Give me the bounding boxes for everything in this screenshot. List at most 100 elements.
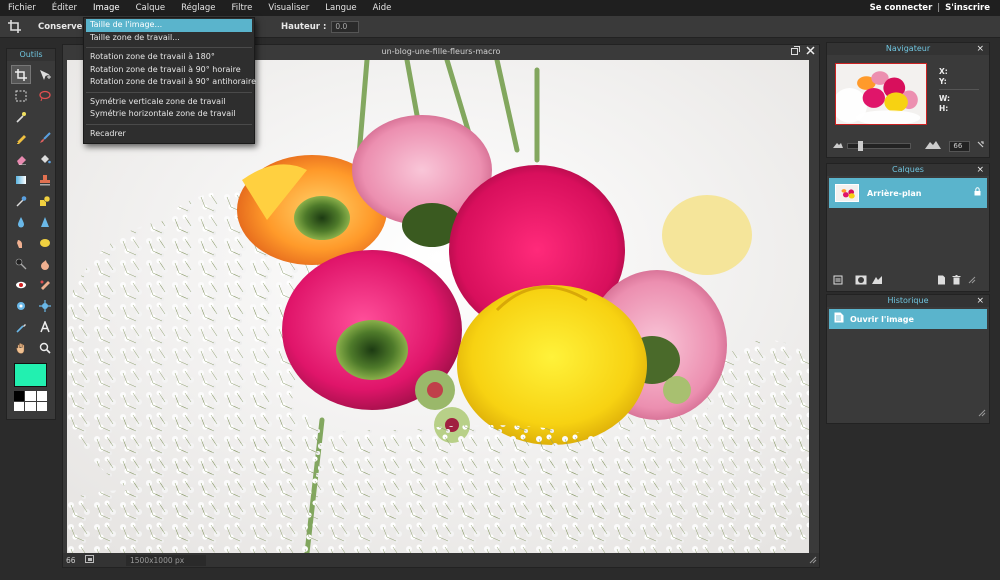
hand-icon[interactable] — [11, 338, 31, 357]
menu-file[interactable]: Fichier — [0, 0, 44, 16]
menu-view[interactable]: Visualiser — [260, 0, 317, 16]
menu-item-flip-horizontal[interactable]: Symétrie horizontale zone de travail — [84, 108, 254, 121]
color-picker-icon[interactable] — [11, 317, 31, 336]
history-title: Historique × — [827, 295, 989, 307]
nav-y-label: Y: — [939, 77, 947, 86]
history-panel: Historique × Ouvrir l'image — [826, 294, 990, 424]
account-separator: | — [937, 3, 941, 13]
close-icon[interactable] — [806, 46, 815, 58]
document-window-buttons — [791, 46, 815, 58]
resize-grip-icon[interactable] — [976, 140, 985, 152]
menu-filter[interactable]: Filtre — [223, 0, 260, 16]
menu-item-canvas-size[interactable]: Taille zone de travail... — [84, 32, 254, 45]
menu-image[interactable]: Image — [85, 0, 128, 16]
sharpen-icon[interactable] — [35, 212, 55, 231]
layer-row-background[interactable]: Arrière-plan — [829, 178, 987, 208]
layer-thumbnail — [835, 184, 859, 202]
fit-screen-icon[interactable] — [85, 555, 94, 565]
document-status-bar: 66 1500x1000 px — [63, 553, 819, 567]
stamp-icon[interactable] — [35, 170, 55, 189]
navigator-panel: Navigateur × X: Y: W: H: 66 — [826, 42, 990, 158]
signup-link[interactable]: S'inscrire — [945, 3, 990, 13]
menu-item-rotate-180[interactable]: Rotation zone de travail à 180° — [84, 51, 254, 64]
history-item-open-image[interactable]: Ouvrir l'image — [829, 309, 987, 329]
navigator-thumbnail[interactable] — [835, 63, 927, 125]
zoom-icon[interactable] — [35, 338, 55, 357]
image-dimensions: 1500x1000 px — [126, 554, 206, 566]
height-input[interactable]: 0.0 — [331, 20, 360, 33]
tools-panel: Outils — [6, 48, 56, 420]
move-icon[interactable] — [35, 65, 55, 84]
color-replace-icon[interactable] — [11, 191, 31, 210]
nav-w-label: W: — [939, 94, 951, 103]
resize-grip-icon[interactable] — [808, 555, 817, 566]
gradient-icon[interactable] — [11, 170, 31, 189]
pinch-icon[interactable] — [35, 296, 55, 315]
menu-item-rotate-90-cw[interactable]: Rotation zone de travail à 90° horaire — [84, 64, 254, 77]
crop-icon[interactable] — [6, 19, 22, 35]
smudge-icon[interactable] — [11, 233, 31, 252]
navigator-coordinates: X: Y: W: H: — [939, 67, 979, 114]
color-swap-swatches[interactable] — [14, 391, 47, 411]
nav-x-label: X: — [939, 67, 948, 76]
lock-icon[interactable] — [974, 187, 981, 199]
tools-panel-title: Outils — [7, 49, 55, 61]
menu-item-image-size[interactable]: Taille de l'image... — [86, 19, 252, 32]
bloat-icon[interactable] — [11, 296, 31, 315]
history-title-text: Historique — [887, 296, 929, 305]
zoom-level[interactable]: 66 — [63, 555, 85, 566]
nav-h-label: H: — [939, 104, 949, 113]
blur-icon[interactable] — [11, 212, 31, 231]
spot-heal-icon[interactable] — [35, 275, 55, 294]
new-layer-icon[interactable] — [937, 275, 946, 288]
login-link[interactable]: Se connecter — [870, 3, 933, 13]
type-icon[interactable] — [35, 317, 55, 336]
navigator-zoom-value[interactable]: 66 — [949, 140, 970, 152]
brush-icon[interactable] — [35, 128, 55, 147]
menu-adjust[interactable]: Réglage — [173, 0, 223, 16]
fill-bucket-icon[interactable] — [35, 149, 55, 168]
menu-language[interactable]: Langue — [317, 0, 364, 16]
marquee-icon[interactable] — [11, 86, 31, 105]
restore-icon[interactable] — [791, 46, 800, 58]
burn-icon[interactable] — [35, 254, 55, 273]
eraser-icon[interactable] — [11, 149, 31, 168]
layer-settings-icon[interactable] — [833, 275, 843, 288]
resize-grip-icon[interactable] — [977, 408, 986, 420]
drawing-icon[interactable] — [35, 191, 55, 210]
zoom-slider[interactable] — [847, 141, 912, 151]
zoom-in-mountain-icon[interactable] — [925, 140, 942, 152]
resize-grip-icon[interactable] — [967, 275, 976, 287]
crop-icon[interactable] — [11, 65, 31, 84]
close-icon[interactable]: × — [976, 164, 984, 176]
lasso-icon[interactable] — [35, 86, 55, 105]
close-icon[interactable]: × — [976, 295, 984, 307]
zoom-slider-knob[interactable] — [858, 141, 863, 151]
zoom-out-mountain-icon[interactable] — [833, 141, 843, 151]
document-icon — [834, 312, 844, 326]
layer-style-icon[interactable] — [871, 275, 883, 288]
sponge-icon[interactable] — [35, 233, 55, 252]
menu-layer[interactable]: Calque — [128, 0, 174, 16]
red-eye-icon[interactable] — [11, 275, 31, 294]
layer-mask-icon[interactable] — [855, 275, 867, 288]
menu-item-flip-vertical[interactable]: Symétrie verticale zone de travail — [84, 96, 254, 109]
image-menu-dropdown: Taille de l'image... Taille zone de trav… — [83, 17, 256, 144]
pencil-icon[interactable] — [11, 128, 31, 147]
menu-edit[interactable]: Éditer — [44, 0, 85, 16]
magic-wand-icon[interactable] — [11, 107, 31, 126]
menu-help[interactable]: Aide — [365, 0, 400, 16]
dodge-icon[interactable] — [11, 254, 31, 273]
navigator-zoom-controls: 66 — [833, 139, 985, 153]
foreground-color-swatch[interactable] — [14, 363, 47, 387]
height-label: Hauteur : — [281, 21, 327, 32]
menu-item-crop[interactable]: Recadrer — [84, 128, 254, 141]
close-icon[interactable]: × — [976, 43, 984, 55]
trash-icon[interactable] — [952, 274, 961, 288]
layers-title: Calques × — [827, 164, 989, 176]
layers-panel: Calques × Arrière-plan — [826, 163, 990, 292]
navigator-title: Navigateur × — [827, 43, 989, 55]
menu-divider — [86, 47, 252, 48]
menu-item-rotate-90-ccw[interactable]: Rotation zone de travail à 90° antihorai… — [84, 76, 256, 89]
account-links: Se connecter | S'inscrire — [870, 0, 990, 16]
